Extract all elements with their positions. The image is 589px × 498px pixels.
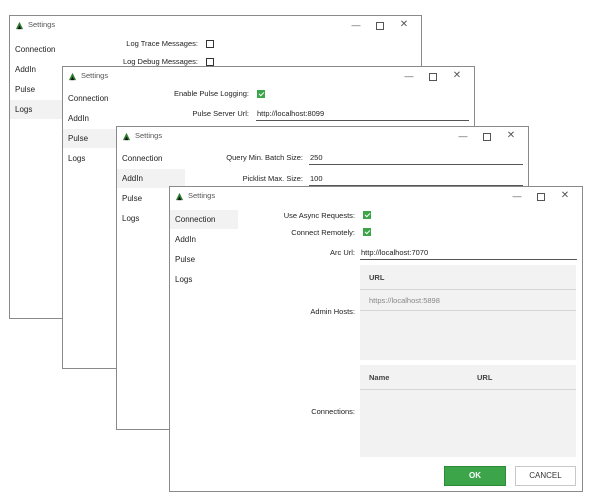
close-button[interactable]: ✕: [500, 128, 522, 144]
close-button[interactable]: ✕: [393, 17, 415, 33]
nav-item-connection[interactable]: Connection: [170, 210, 238, 229]
connections-label: Connections:: [311, 407, 355, 416]
connect-remotely-label: Connect Remotely:: [291, 228, 355, 237]
nav-item-connection[interactable]: Connection: [63, 89, 131, 108]
minimize-button[interactable]: —: [452, 128, 474, 144]
title-bar[interactable]: Settings — ✕: [170, 187, 582, 205]
connect-remotely-checkbox[interactable]: [363, 228, 371, 236]
maximize-icon: [429, 72, 437, 81]
app-icon: [175, 192, 184, 201]
pulse-server-url-label: Pulse Server Url:: [192, 109, 249, 118]
enable-pulse-logging-label: Enable Pulse Logging:: [173, 89, 249, 98]
use-async-requests-checkbox[interactable]: [363, 211, 371, 219]
query-min-batch-size-input[interactable]: 250: [309, 152, 523, 165]
maximize-icon: [376, 21, 384, 30]
maximize-button[interactable]: [476, 128, 498, 144]
app-icon: [68, 72, 77, 81]
connections-grid[interactable]: Name URL: [360, 365, 576, 457]
minimize-button[interactable]: —: [506, 188, 528, 204]
ok-button[interactable]: OK: [444, 466, 506, 486]
nav-item-logs[interactable]: Logs: [170, 270, 238, 289]
grid-header: Name URL: [360, 365, 576, 390]
enable-pulse-logging-checkbox[interactable]: [257, 90, 265, 98]
nav-item-addin[interactable]: AddIn: [170, 230, 238, 249]
picklist-max-size-input[interactable]: 100: [309, 173, 523, 186]
nav-item-connection[interactable]: Connection: [117, 149, 185, 168]
title-bar[interactable]: Settings — ✕: [63, 67, 474, 85]
admin-host-placeholder: https://localhost:5898: [369, 296, 440, 305]
grid-new-row[interactable]: https://localhost:5898: [360, 290, 576, 311]
maximize-button[interactable]: [422, 68, 444, 84]
admin-hosts-grid[interactable]: URL https://localhost:5898: [360, 265, 576, 360]
app-icon: [122, 132, 131, 141]
window-title: Settings: [81, 71, 109, 80]
nav-item-connection[interactable]: Connection: [10, 40, 78, 59]
title-bar[interactable]: Settings — ✕: [10, 16, 421, 34]
admin-hosts-label: Admin Hosts:: [310, 307, 355, 316]
app-icon: [15, 21, 24, 30]
arc-url-label: Arc Url:: [330, 248, 355, 257]
maximize-button[interactable]: [530, 188, 552, 204]
title-bar[interactable]: Settings — ✕: [117, 127, 528, 145]
minimize-button[interactable]: —: [398, 68, 420, 84]
maximize-icon: [483, 132, 491, 141]
minimize-button[interactable]: —: [345, 17, 367, 33]
column-header-name[interactable]: Name: [369, 373, 389, 382]
log-debug-checkbox[interactable]: [206, 58, 214, 66]
settings-window-connection: Settings — ✕ Connection AddIn Pulse Logs…: [169, 186, 583, 492]
close-button[interactable]: ✕: [554, 188, 576, 204]
picklist-max-size-label: Picklist Max. Size:: [242, 174, 303, 183]
use-async-requests-label: Use Async Requests:: [283, 211, 355, 220]
query-min-batch-size-label: Query Min. Batch Size:: [226, 153, 303, 162]
arc-url-input[interactable]: http://localhost:7070: [360, 247, 577, 260]
maximize-button[interactable]: [369, 17, 391, 33]
log-trace-label: Log Trace Messages:: [126, 39, 198, 48]
close-button[interactable]: ✕: [446, 68, 468, 84]
maximize-icon: [537, 192, 545, 201]
nav-item-pulse[interactable]: Pulse: [170, 250, 238, 269]
column-header-url[interactable]: URL: [477, 373, 492, 382]
cancel-button[interactable]: CANCEL: [515, 466, 576, 486]
pulse-server-url-input[interactable]: http://localhost:8099: [256, 108, 469, 121]
window-title: Settings: [188, 191, 216, 200]
window-title: Settings: [28, 20, 56, 29]
log-debug-label: Log Debug Messages:: [122, 57, 198, 66]
log-trace-checkbox[interactable]: [206, 40, 214, 48]
grid-header: URL: [360, 265, 576, 290]
window-title: Settings: [135, 131, 163, 140]
column-header-url[interactable]: URL: [369, 273, 384, 282]
